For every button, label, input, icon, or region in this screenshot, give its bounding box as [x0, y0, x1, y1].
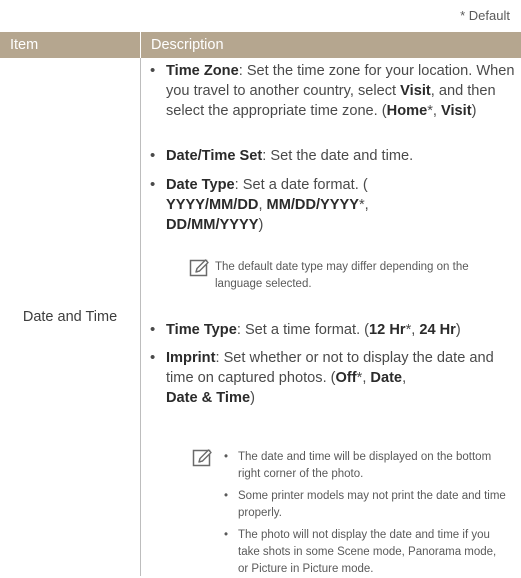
bullet: • — [150, 349, 156, 366]
time-type-text: : Set a time format. ( — [236, 322, 370, 338]
separator: , — [364, 197, 369, 213]
imprint-option: Date — [370, 370, 403, 386]
date-type-entry: Date Type: Set a date format. ( YYYY/MM/D… — [166, 175, 516, 235]
home-option: Home — [386, 103, 428, 119]
date-format-option: YYYY/MM/DD — [166, 197, 259, 213]
table-row: Date and Time • Time Zone: Set the time … — [0, 58, 521, 576]
bullet: • — [150, 147, 156, 164]
imprint-entry: Imprint: Set whether or not to display t… — [166, 348, 516, 408]
date-time-set-entry: Date/Time Set: Set the date and time. — [166, 146, 516, 166]
default-legend: * Default — [460, 8, 510, 23]
separator: , — [402, 370, 407, 386]
time-zone-label: Time Zone — [166, 63, 239, 79]
close-paren: ) — [258, 217, 264, 233]
row-description: • Time Zone: Set the time zone for your … — [140, 58, 521, 576]
close-paren: ) — [471, 103, 477, 119]
visit-option-2: Visit — [441, 103, 472, 119]
imprint-option: Off — [335, 370, 357, 386]
bullet: • — [150, 176, 156, 193]
settings-table: Item Description Date and Time • Time Zo… — [0, 32, 521, 576]
separator: , — [258, 197, 267, 213]
date-format-option: MM/DD/YYYY — [266, 197, 359, 213]
table-header: Item Description — [0, 32, 521, 58]
time-format-option: 12 Hr — [369, 322, 406, 338]
note-item: The photo will not display the date and … — [238, 529, 497, 575]
pencil-note-icon — [192, 449, 212, 467]
imprint-option: Date & Time — [166, 390, 251, 406]
date-time-set-label: Date/Time Set — [166, 148, 263, 164]
close-paren: ) — [455, 322, 461, 338]
sub-bullet: • — [224, 529, 229, 541]
note-item: The date and time will be displayed on t… — [238, 451, 492, 480]
header-item: Item — [10, 37, 39, 53]
row-item-label: Date and Time — [22, 309, 118, 325]
date-format-option: DD/MM/YYYY — [166, 217, 259, 233]
sub-bullet: • — [224, 490, 229, 502]
pencil-note-icon — [189, 259, 209, 277]
imprint-text: : Set whether or not to display the date… — [166, 350, 494, 386]
date-type-text: : Set a date format. ( — [234, 177, 368, 193]
date-type-label: Date Type — [166, 177, 235, 193]
separator: , — [432, 103, 441, 119]
note-item: Some printer models may not print the da… — [238, 490, 506, 519]
time-type-entry: Time Type: Set a time format. (12 Hr*, 2… — [166, 320, 516, 340]
note-text: The default date type may differ dependi… — [215, 261, 469, 290]
visit-option: Visit — [400, 83, 431, 99]
header-description: Description — [140, 32, 521, 58]
sub-bullet: • — [224, 451, 229, 463]
bullet: • — [150, 321, 156, 338]
bullet: • — [150, 62, 156, 79]
imprint-label: Imprint — [166, 350, 216, 366]
time-format-option: 24 Hr — [419, 322, 456, 338]
date-time-set-text: : Set the date and time. — [262, 148, 414, 164]
time-zone-entry: Time Zone: Set the time zone for your lo… — [166, 61, 516, 121]
time-type-label: Time Type — [166, 322, 237, 338]
close-paren: ) — [250, 390, 255, 406]
